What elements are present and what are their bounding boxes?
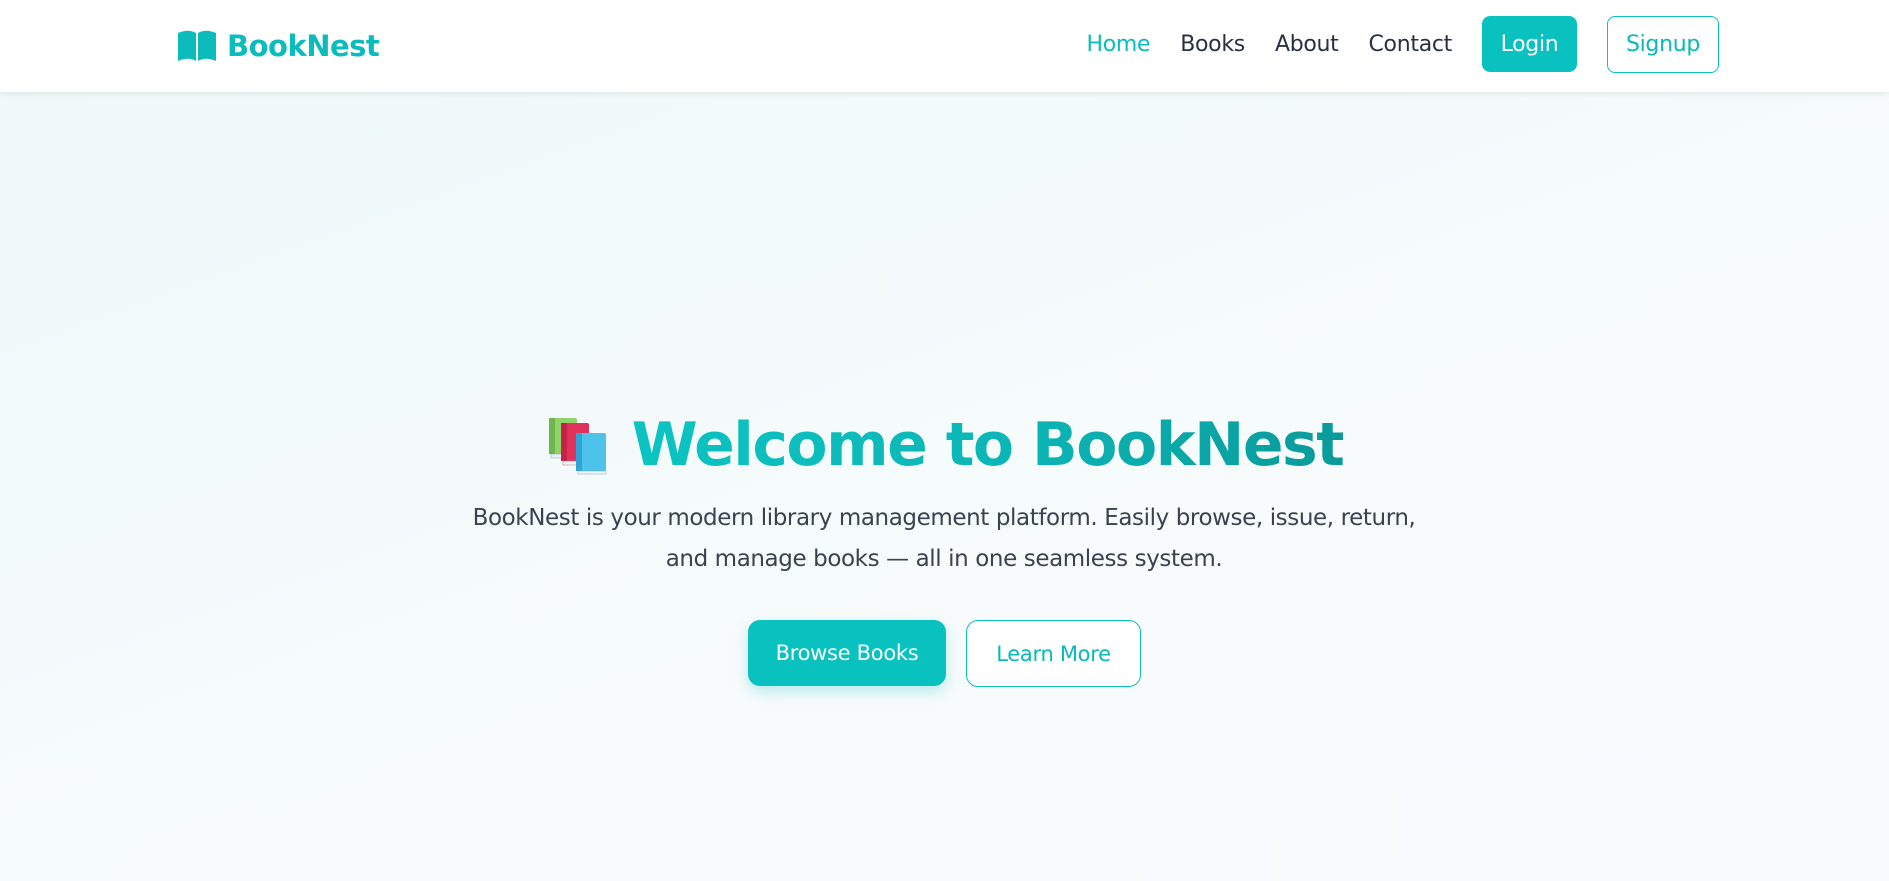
nav-books[interactable]: Books bbox=[1180, 32, 1245, 57]
nav-about[interactable]: About bbox=[1275, 32, 1339, 57]
hero-description-line-2: and manage books — all in one seamless s… bbox=[665, 546, 1223, 572]
nav-contact[interactable]: Contact bbox=[1369, 32, 1453, 57]
browse-books-button[interactable]: Browse Books bbox=[748, 620, 946, 686]
hero-title: Welcome to BookNest bbox=[631, 410, 1345, 480]
login-button[interactable]: Login bbox=[1482, 16, 1577, 72]
hero-actions: Browse Books Learn More bbox=[0, 620, 1889, 687]
brand-logo-link[interactable]: BookNest bbox=[177, 26, 380, 66]
signup-button[interactable]: Signup bbox=[1607, 15, 1719, 73]
open-book-icon bbox=[177, 29, 217, 63]
nav-home[interactable]: Home bbox=[1086, 32, 1150, 57]
main-nav: Home Books About Contact Login Signup bbox=[1086, 15, 1719, 73]
books-stack-icon bbox=[546, 415, 612, 475]
hero-description: BookNest is your modern library manageme… bbox=[444, 498, 1444, 580]
navbar: BookNest Home Books About Contact Login … bbox=[0, 0, 1889, 92]
brand-name: BookNest bbox=[227, 29, 380, 63]
hero-heading: Welcome to BookNest bbox=[0, 405, 1889, 485]
hero-description-line-1: BookNest is your modern library manageme… bbox=[472, 505, 1416, 531]
learn-more-button[interactable]: Learn More bbox=[966, 620, 1141, 687]
